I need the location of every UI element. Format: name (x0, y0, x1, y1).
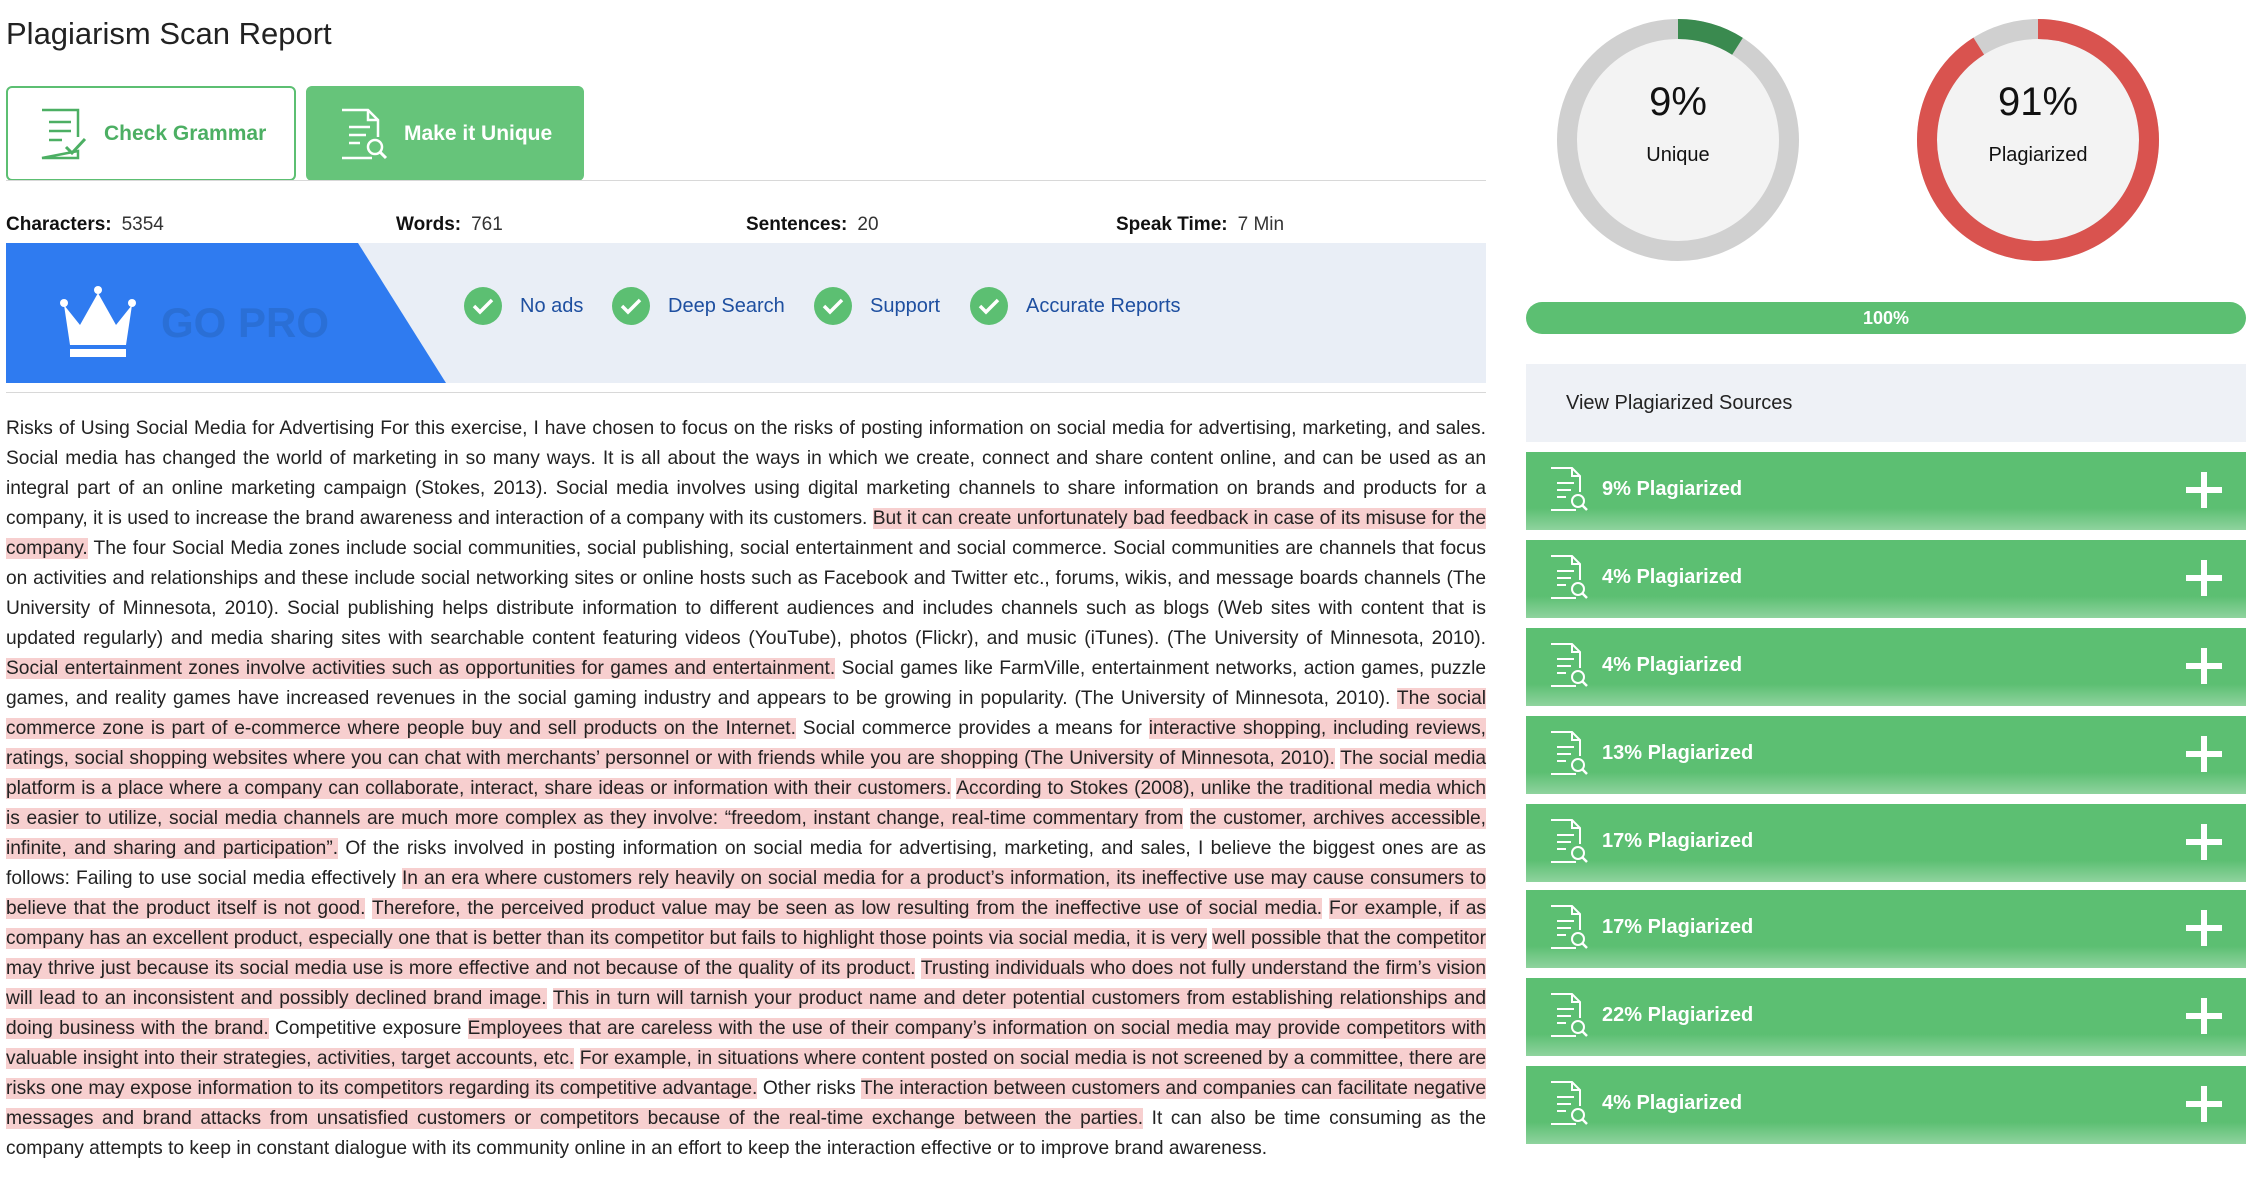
source-percent-label: 4% Plagiarized (1602, 654, 1743, 676)
check-icon (464, 287, 502, 325)
document-search-icon (1548, 730, 1588, 781)
divider (6, 392, 1486, 393)
document-search-icon (342, 108, 388, 159)
make-unique-label: Make it Unique (404, 121, 553, 145)
source-percent-label: 17% Plagiarized (1602, 830, 1754, 852)
report-panel: Plagiarism Scan Report Check Grammar Mak… (0, 0, 1490, 1182)
text-segment: Competitive exposure (268, 1018, 468, 1039)
source-percent-label: 22% Plagiarized (1602, 1004, 1754, 1026)
text-segment (1322, 898, 1329, 919)
go-pro-badge[interactable]: GO PRO (6, 243, 446, 383)
document-search-icon (1548, 642, 1588, 693)
document-check-icon (41, 108, 87, 159)
plus-icon[interactable] (2182, 556, 2226, 605)
plagiarized-percent: 91% (1997, 80, 2079, 124)
unique-percent: 9% (1649, 80, 1707, 124)
feature-support: Support (814, 287, 940, 325)
plagiarized-source-row[interactable]: 17% Plagiarized (1526, 804, 2246, 882)
check-icon (814, 287, 852, 325)
plagiarized-sentence: Therefore, the perceived product value m… (371, 898, 1323, 919)
divider (6, 180, 1486, 181)
words-stat: Words: 761 (396, 214, 503, 235)
speak-time-stat: Speak Time: 7 Min (1116, 214, 1285, 235)
source-percent-label: 9% Plagiarized (1602, 478, 1743, 500)
characters-stat: Characters: 5354 (6, 214, 164, 235)
document-search-icon (1548, 904, 1588, 955)
feature-no-ads: No ads (464, 287, 583, 325)
text-segment: Social commerce provides a means for (795, 718, 1149, 739)
text-segment (547, 988, 553, 1009)
sources-header-label: View Plagiarized Sources (1566, 392, 1793, 414)
plus-icon[interactable] (2182, 644, 2226, 693)
plagiarized-source-row[interactable]: 22% Plagiarized (1526, 978, 2246, 1056)
plagiarized-source-row[interactable]: 9% Plagiarized (1526, 452, 2246, 530)
sentences-stat: Sentences: 20 (746, 214, 879, 235)
text-segment (1183, 808, 1190, 829)
document-search-icon (1548, 992, 1588, 1043)
text-segment: Other risks (757, 1078, 861, 1099)
plus-icon[interactable] (2182, 732, 2226, 781)
text-stats: Characters: 5354 Words: 761 Sentences: 20 S… (6, 214, 1486, 240)
plagiarized-sentence: Social entertainment zones involve activ… (6, 658, 836, 679)
check-icon (970, 287, 1008, 325)
view-plagiarized-sources[interactable]: View Plagiarized Sources (1526, 364, 2246, 442)
source-percent-label: 17% Plagiarized (1602, 916, 1754, 938)
source-percent-label: 4% Plagiarized (1602, 566, 1743, 588)
source-percent-label: 4% Plagiarized (1602, 1092, 1743, 1114)
plus-icon[interactable] (2182, 906, 2226, 955)
document-search-icon (1548, 1080, 1588, 1131)
plagiarized-source-row[interactable]: 4% Plagiarized (1526, 540, 2246, 618)
check-icon (612, 287, 650, 325)
document-search-icon (1548, 466, 1588, 517)
feature-deep-search: Deep Search (612, 287, 785, 325)
unique-label: Unique (1646, 144, 1710, 166)
plagiarized-label: Plagiarized (1988, 144, 2088, 166)
plagiarized-ring: 91% Plagiarized (1916, 18, 2160, 262)
document-search-icon (1548, 554, 1588, 605)
scan-progress-bar: 100% (1526, 302, 2246, 334)
text-segment (365, 898, 372, 919)
plus-icon[interactable] (2182, 468, 2226, 517)
make-unique-button[interactable]: Make it Unique (306, 86, 584, 181)
progress-value: 100% (1862, 308, 1910, 328)
page-title: Plagiarism Scan Report (6, 16, 332, 51)
go-pro-banner[interactable]: GO PRO No ads Deep Search Support Accura… (6, 243, 1486, 383)
plagiarized-source-row[interactable]: 4% Plagiarized (1526, 628, 2246, 706)
go-pro-text: GO PRO (161, 299, 329, 346)
plus-icon[interactable] (2182, 994, 2226, 1043)
plagiarized-source-row[interactable]: 13% Plagiarized (1526, 716, 2246, 794)
text-segment (574, 1048, 579, 1069)
source-percent-label: 13% Plagiarized (1602, 742, 1754, 764)
plus-icon[interactable] (2182, 1082, 2226, 1131)
unique-ring: 9% Unique (1556, 18, 1800, 262)
document-search-icon (1548, 818, 1588, 869)
plagiarized-source-row[interactable]: 4% Plagiarized (1526, 1066, 2246, 1144)
feature-accurate-reports: Accurate Reports (970, 287, 1181, 325)
plus-icon[interactable] (2182, 820, 2226, 869)
scanned-text: Risks of Using Social Media for Advertis… (6, 414, 1487, 1164)
check-grammar-button[interactable]: Check Grammar (6, 86, 296, 181)
plagiarized-source-row[interactable]: 17% Plagiarized (1526, 890, 2246, 968)
check-grammar-label: Check Grammar (104, 121, 267, 145)
text-segment: The four Social Media zones include soci… (6, 538, 1486, 649)
